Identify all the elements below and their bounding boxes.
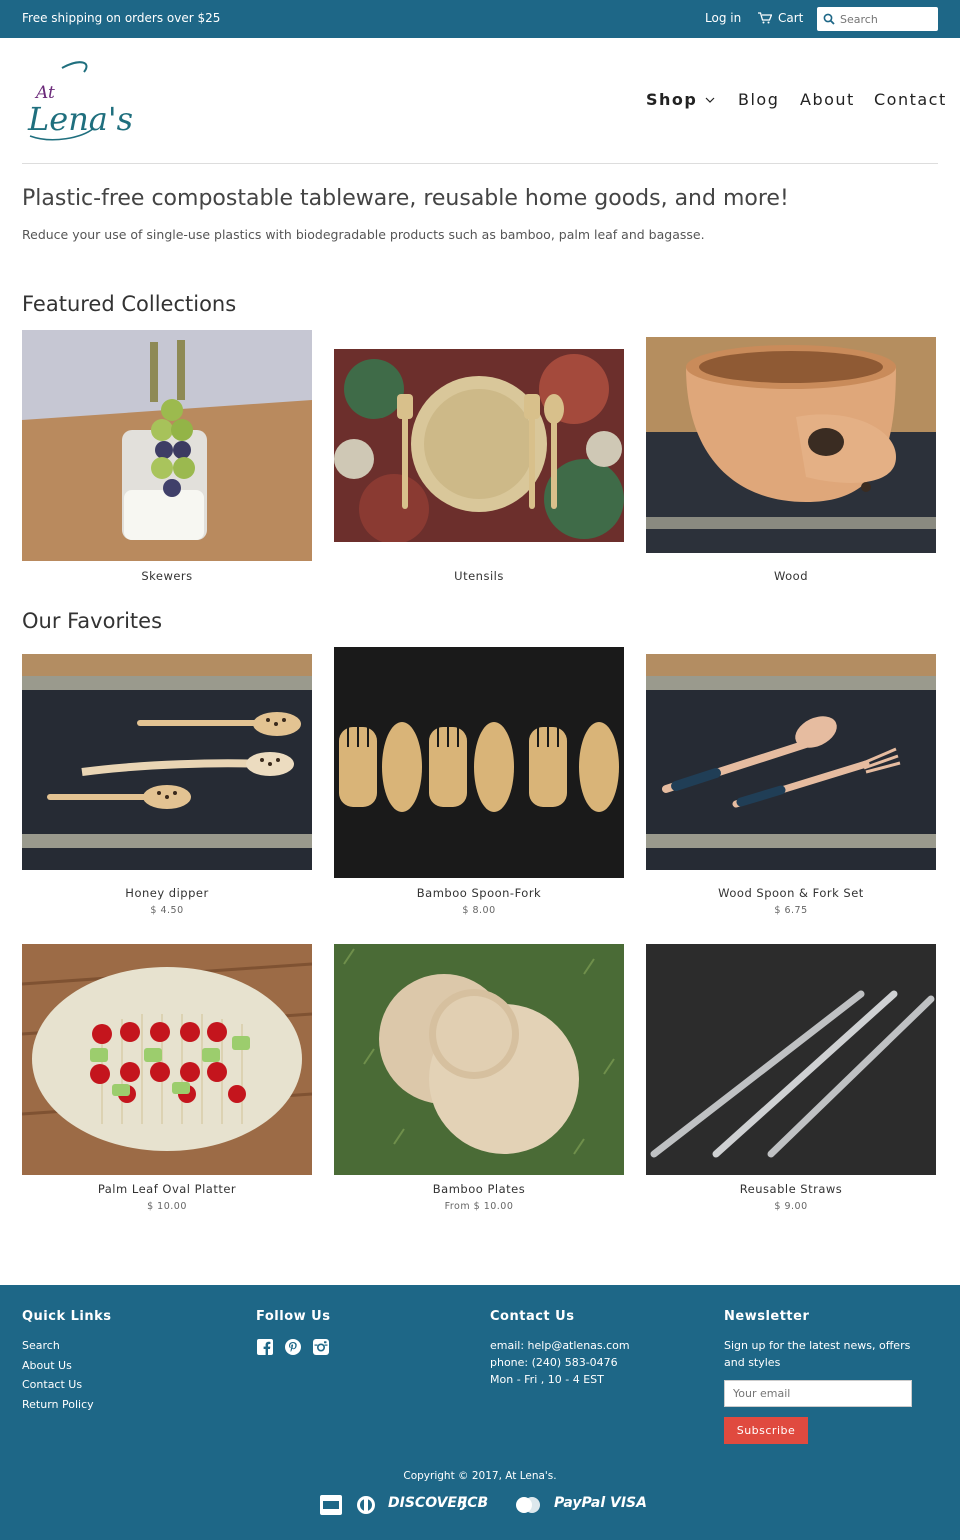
paypal-icon: PayPal — [554, 1495, 606, 1511]
header-divider — [22, 163, 938, 164]
nav-shop-label: Shop — [646, 90, 698, 109]
nav-contact[interactable]: Contact — [874, 90, 947, 109]
product-price: From $ 10.00 — [444, 1201, 514, 1212]
facebook-icon[interactable] — [257, 1339, 273, 1359]
site-logo[interactable]: At Lena's — [22, 58, 137, 144]
product-image-palm-leaf-oval-platter[interactable] — [22, 944, 312, 1175]
nav-about[interactable]: About — [800, 90, 855, 109]
subscribe-button[interactable]: Subscribe — [724, 1417, 808, 1444]
newsletter-email-field[interactable] — [724, 1380, 912, 1407]
search-box[interactable] — [817, 7, 938, 31]
newsletter-title: Newsletter — [724, 1309, 810, 1324]
follow-us-title: Follow Us — [256, 1309, 331, 1324]
amex-icon — [320, 1495, 342, 1515]
footer-link-contact-us[interactable]: Contact Us — [22, 1378, 82, 1391]
product-price: $ 8.00 — [462, 905, 496, 916]
cart-icon — [758, 12, 772, 24]
newsletter-description: Sign up for the latest news, offers and … — [724, 1339, 911, 1369]
search-icon[interactable] — [823, 13, 835, 25]
search-input[interactable] — [840, 12, 930, 26]
our-favorites-title: Our Favorites — [22, 609, 163, 633]
shipping-promo: Free shipping on orders over $25 — [22, 11, 221, 25]
copyright: Copyright © 2017, At Lena's. — [403, 1470, 557, 1482]
page-subtitle: Reduce your use of single-use plastics w… — [22, 227, 705, 242]
jcb-icon: JCB — [462, 1495, 489, 1511]
cart-link[interactable]: Cart — [758, 11, 803, 25]
contact-hours: Mon - Fri , 10 - 4 EST — [490, 1373, 604, 1386]
instagram-icon[interactable] — [313, 1339, 329, 1359]
footer-link-search[interactable]: Search — [22, 1339, 60, 1352]
nav-shop[interactable]: Shop — [646, 90, 715, 109]
pinterest-icon[interactable] — [285, 1339, 301, 1359]
product-title[interactable]: Palm Leaf Oval Platter — [22, 1182, 312, 1196]
collection-label[interactable]: Wood — [646, 569, 936, 583]
collection-label[interactable]: Utensils — [334, 569, 624, 583]
mastercard-icon — [516, 1497, 540, 1513]
featured-collections-title: Featured Collections — [22, 292, 237, 316]
collection-label[interactable]: Skewers — [22, 569, 312, 583]
product-title[interactable]: Bamboo Spoon-Fork — [334, 886, 624, 900]
product-price: $ 10.00 — [147, 1201, 187, 1212]
product-image-bamboo-spoon-fork[interactable] — [334, 647, 624, 878]
site-footer: Quick Links Search About Us Contact Us R… — [0, 1285, 960, 1540]
product-image-wood-spoon-fork-set[interactable] — [646, 654, 936, 870]
product-image-reusable-straws[interactable] — [646, 944, 936, 1175]
contact-us-title: Contact Us — [490, 1309, 575, 1324]
collection-image-utensils[interactable] — [334, 349, 624, 542]
footer-link-return-policy[interactable]: Return Policy — [22, 1398, 94, 1411]
product-title[interactable]: Bamboo Plates — [334, 1182, 624, 1196]
product-image-bamboo-plates[interactable] — [334, 944, 624, 1175]
discover-icon: DISCOVER — [388, 1495, 468, 1511]
logo-lenas: Lena's — [27, 100, 133, 138]
contact-email: email: help@atlenas.com — [490, 1339, 630, 1352]
product-title[interactable]: Reusable Straws — [646, 1182, 936, 1196]
nav-blog[interactable]: Blog — [738, 90, 779, 109]
product-price: $ 4.50 — [150, 905, 184, 916]
product-title[interactable]: Wood Spoon & Fork Set — [646, 886, 936, 900]
collection-image-skewers[interactable] — [22, 330, 312, 561]
collection-image-wood[interactable] — [646, 337, 936, 553]
page-title: Plastic-free compostable tableware, reus… — [22, 186, 789, 211]
product-image-honey-dipper[interactable] — [22, 654, 312, 870]
product-title[interactable]: Honey dipper — [22, 886, 312, 900]
contact-phone: phone: (240) 583-0476 — [490, 1356, 618, 1369]
cart-label: Cart — [778, 11, 804, 25]
login-link[interactable]: Log in — [705, 11, 741, 25]
announcement-bar: Free shipping on orders over $25 Log in … — [0, 0, 960, 38]
footer-link-about-us[interactable]: About Us — [22, 1359, 72, 1372]
chevron-down-icon — [705, 97, 715, 103]
product-price: $ 9.00 — [774, 1201, 808, 1212]
visa-icon: VISA — [610, 1495, 647, 1511]
diners-club-icon — [357, 1496, 375, 1514]
quick-links-title: Quick Links — [22, 1309, 112, 1324]
product-price: $ 6.75 — [774, 905, 808, 916]
